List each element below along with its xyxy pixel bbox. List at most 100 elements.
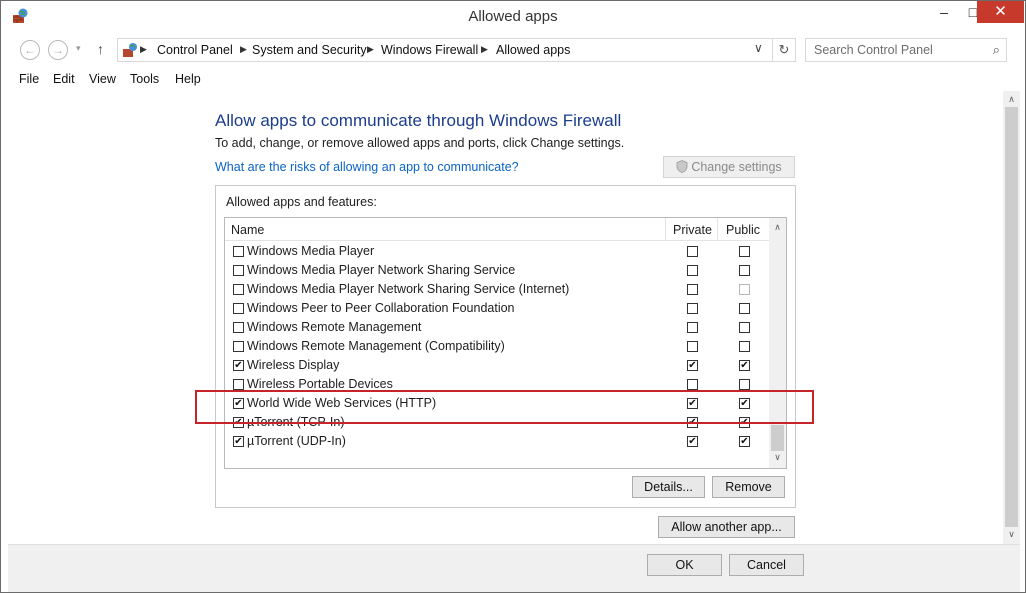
private-checkbox[interactable] — [687, 246, 698, 257]
private-checkbox[interactable] — [687, 379, 698, 390]
change-settings-button[interactable]: Change settings — [663, 156, 795, 178]
app-enabled-checkbox[interactable] — [233, 265, 244, 276]
dialog-footer — [8, 544, 1020, 592]
private-checkbox[interactable] — [687, 341, 698, 352]
list-scrollbar-thumb[interactable] — [771, 425, 784, 451]
allowed-apps-label: Allowed apps and features: — [226, 195, 377, 209]
navigation-bar: ← → ▾ ↑ ▶ Control Panel ▶ System and Sec… — [1, 32, 1025, 67]
address-dropdown-icon[interactable]: ∨ — [754, 41, 763, 55]
ok-button[interactable]: OK — [647, 554, 722, 576]
private-checkbox[interactable] — [687, 360, 698, 371]
app-enabled-checkbox[interactable] — [233, 436, 244, 447]
public-checkbox[interactable] — [739, 379, 750, 390]
column-divider — [665, 218, 666, 240]
window-scrollbar[interactable]: ∧ ∨ — [1003, 91, 1020, 544]
app-row[interactable]: Windows Peer to Peer Collaboration Found… — [225, 299, 769, 318]
cancel-button[interactable]: Cancel — [729, 554, 804, 576]
title-bar[interactable]: Allowed apps – □ ✕ — [1, 1, 1025, 32]
remove-button[interactable]: Remove — [712, 476, 785, 498]
menu-bar: File Edit View Tools Help — [1, 67, 1025, 91]
recent-locations-icon[interactable]: ▾ — [76, 43, 81, 54]
breadcrumb-separator-icon[interactable]: ▶ — [481, 44, 488, 55]
breadcrumb-separator-icon[interactable]: ▶ — [367, 44, 374, 55]
app-name: µTorrent (UDP-In) — [247, 434, 346, 448]
list-scroll-up-icon[interactable]: ∧ — [769, 222, 786, 233]
app-enabled-checkbox[interactable] — [233, 284, 244, 295]
allow-another-app-button[interactable]: Allow another app... — [658, 516, 795, 538]
breadcrumb-system-security[interactable]: System and Security — [252, 43, 367, 57]
address-bar[interactable]: ▶ Control Panel ▶ System and Security ▶ … — [117, 38, 796, 62]
page-description: To add, change, or remove allowed apps a… — [215, 136, 625, 150]
breadcrumb-allowed-apps[interactable]: Allowed apps — [496, 43, 570, 57]
search-input[interactable]: Search Control Panel ⌕ — [805, 38, 1007, 62]
control-panel-icon — [123, 43, 137, 57]
app-row[interactable]: Windows Media Player Network Sharing Ser… — [225, 261, 769, 280]
window-title: Allowed apps — [468, 8, 558, 25]
menu-help[interactable]: Help — [175, 72, 201, 86]
app-name: Windows Remote Management — [247, 320, 422, 334]
column-public[interactable]: Public — [726, 223, 760, 237]
app-name: Wireless Portable Devices — [247, 377, 393, 391]
shield-icon — [676, 160, 688, 173]
app-name: Windows Remote Management (Compatibility… — [247, 339, 505, 353]
private-checkbox[interactable] — [687, 322, 698, 333]
public-checkbox[interactable] — [739, 303, 750, 314]
app-row[interactable]: Wireless Display — [225, 356, 769, 375]
menu-file[interactable]: File — [19, 72, 39, 86]
menu-tools[interactable]: Tools — [130, 72, 159, 86]
app-enabled-checkbox[interactable] — [233, 246, 244, 257]
public-checkbox[interactable] — [739, 265, 750, 276]
app-name: Wireless Display — [247, 358, 340, 372]
scroll-up-icon[interactable]: ∧ — [1003, 94, 1020, 105]
menu-view[interactable]: View — [89, 72, 116, 86]
refresh-icon[interactable]: ↻ — [772, 39, 795, 61]
scroll-down-icon[interactable]: ∨ — [1003, 529, 1020, 540]
minimize-button[interactable]: – — [929, 1, 959, 23]
app-row[interactable]: Windows Media Player Network Sharing Ser… — [225, 280, 769, 299]
app-enabled-checkbox[interactable] — [233, 379, 244, 390]
public-checkbox[interactable] — [739, 436, 750, 447]
private-checkbox[interactable] — [687, 436, 698, 447]
risks-link[interactable]: What are the risks of allowing an app to… — [215, 160, 519, 174]
column-name[interactable]: Name — [231, 223, 264, 237]
list-scrollbar[interactable]: ∧ ∨ — [769, 218, 786, 468]
breadcrumb-separator-icon: ▶ — [140, 44, 147, 54]
private-checkbox[interactable] — [687, 265, 698, 276]
private-checkbox[interactable] — [687, 284, 698, 295]
up-icon[interactable]: ↑ — [97, 41, 104, 57]
public-checkbox[interactable] — [739, 341, 750, 352]
change-settings-label: Change settings — [691, 160, 782, 174]
app-enabled-checkbox[interactable] — [233, 303, 244, 314]
app-row[interactable]: µTorrent (UDP-In) — [225, 432, 769, 451]
app-enabled-checkbox[interactable] — [233, 341, 244, 352]
scrollbar-thumb[interactable] — [1005, 107, 1018, 527]
back-icon[interactable]: ← — [20, 40, 40, 60]
list-scroll-down-icon[interactable]: ∨ — [769, 452, 786, 463]
forward-icon[interactable]: → — [48, 40, 68, 60]
allowed-apps-window: Allowed apps – □ ✕ ← → ▾ ↑ ▶ Control Pan… — [0, 0, 1026, 593]
details-button[interactable]: Details... — [632, 476, 705, 498]
close-button[interactable]: ✕ — [977, 1, 1024, 23]
app-row[interactable]: Windows Media Player — [225, 242, 769, 261]
column-private[interactable]: Private — [673, 223, 712, 237]
breadcrumb-separator-icon[interactable]: ▶ — [240, 44, 247, 55]
highlight-annotation — [195, 390, 814, 424]
menu-edit[interactable]: Edit — [53, 72, 75, 86]
public-checkbox[interactable] — [739, 322, 750, 333]
allowed-apps-list[interactable]: Name Private Public Windows Media Player… — [224, 217, 787, 469]
breadcrumb-windows-firewall[interactable]: Windows Firewall — [381, 43, 478, 57]
private-checkbox[interactable] — [687, 303, 698, 314]
column-divider — [717, 218, 718, 240]
public-checkbox[interactable] — [739, 360, 750, 371]
public-checkbox[interactable] — [739, 246, 750, 257]
app-enabled-checkbox[interactable] — [233, 322, 244, 333]
app-row[interactable]: Windows Remote Management (Compatibility… — [225, 337, 769, 356]
app-row[interactable]: Windows Remote Management — [225, 318, 769, 337]
app-enabled-checkbox[interactable] — [233, 360, 244, 371]
search-icon[interactable]: ⌕ — [993, 42, 1000, 58]
breadcrumb-control-panel[interactable]: Control Panel — [157, 43, 233, 57]
app-name: Windows Peer to Peer Collaboration Found… — [247, 301, 515, 315]
search-placeholder: Search Control Panel — [814, 43, 933, 57]
list-header: Name Private Public — [225, 218, 769, 241]
app-name: Windows Media Player Network Sharing Ser… — [247, 282, 570, 296]
